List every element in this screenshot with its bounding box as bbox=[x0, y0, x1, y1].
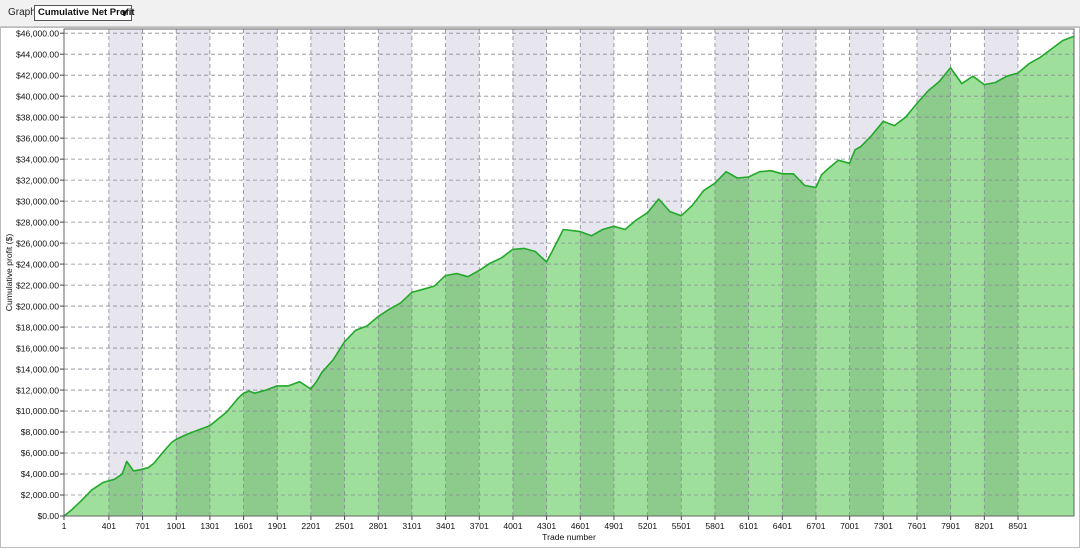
x-tick-label: 6101 bbox=[739, 521, 758, 531]
x-tick-label: 4601 bbox=[571, 521, 590, 531]
y-tick-label: $2,000.00 bbox=[21, 490, 59, 500]
x-tick-label: 2801 bbox=[369, 521, 388, 531]
y-tick-label: $40,000.00 bbox=[16, 91, 59, 101]
grid-band bbox=[108, 29, 143, 516]
area-band bbox=[984, 36, 1018, 516]
x-tick-label: 3701 bbox=[470, 521, 489, 531]
x-tick-label: 4001 bbox=[503, 521, 522, 531]
y-tick-label: $44,000.00 bbox=[16, 49, 59, 59]
y-tick-label: $0.00 bbox=[37, 511, 59, 521]
x-tick-label: 6401 bbox=[773, 521, 792, 531]
y-tick-label: $46,000.00 bbox=[16, 28, 59, 38]
y-tick-label: $38,000.00 bbox=[16, 112, 59, 122]
y-tick-label: $8,000.00 bbox=[21, 427, 59, 437]
x-tick-label: 1601 bbox=[234, 521, 253, 531]
x-tick-label: 7001 bbox=[840, 521, 859, 531]
x-axis-label: Trade number bbox=[542, 532, 596, 542]
y-tick-label: $14,000.00 bbox=[16, 364, 59, 374]
cumulative-profit-chart: $0.00 $2,000.00 $4,000.00 $6,000.00 $8,000.0… bbox=[0, 27, 1080, 548]
x-tick-label: 3401 bbox=[436, 521, 455, 531]
y-tick-label: $24,000.00 bbox=[16, 259, 59, 269]
x-tick-label: 5801 bbox=[705, 521, 724, 531]
x-tick-label: 7601 bbox=[907, 521, 926, 531]
y-tick-label: $10,000.00 bbox=[16, 406, 59, 416]
y-tick-label: $26,000.00 bbox=[16, 238, 59, 248]
x-tick-label: 8201 bbox=[975, 521, 994, 531]
x-tick-label: 701 bbox=[135, 521, 150, 531]
y-tick-label: $30,000.00 bbox=[16, 196, 59, 206]
y-tick-label: $16,000.00 bbox=[16, 343, 59, 353]
x-tick-label: 6701 bbox=[806, 521, 825, 531]
x-tick-label: 401 bbox=[102, 521, 117, 531]
x-tick-label: 4901 bbox=[604, 521, 623, 531]
graph-toolbar: Graph Cumulative Net Profit ∨ bbox=[0, 0, 1080, 27]
x-tick-label: 1901 bbox=[268, 521, 287, 531]
y-tick-label: $18,000.00 bbox=[16, 322, 59, 332]
x-tick-label: 5201 bbox=[638, 521, 657, 531]
chevron-down-icon: ∨ bbox=[120, 8, 128, 18]
x-tick-label: 2201 bbox=[301, 521, 320, 531]
x-tick-label: 7901 bbox=[941, 521, 960, 531]
y-tick-label: $4,000.00 bbox=[21, 469, 59, 479]
x-tick-label: 2501 bbox=[335, 521, 354, 531]
graph-type-select[interactable]: Cumulative Net Profit ∨ bbox=[34, 5, 135, 21]
y-tick-label: $20,000.00 bbox=[16, 301, 59, 311]
y-tick-label: $12,000.00 bbox=[16, 385, 59, 395]
chart-area: $0.00 $2,000.00 $4,000.00 $6,000.00 $8,000.0… bbox=[0, 27, 1080, 548]
x-tick-label: 1 bbox=[62, 521, 67, 531]
x-tick-label: 8501 bbox=[1008, 521, 1027, 531]
x-tick-label: 1001 bbox=[167, 521, 186, 531]
x-tick-label: 7301 bbox=[874, 521, 893, 531]
y-tick-label: $34,000.00 bbox=[16, 154, 59, 164]
graph-label: Graph bbox=[8, 7, 36, 18]
y-tick-label: $42,000.00 bbox=[16, 70, 59, 80]
x-tick-label: 4301 bbox=[537, 521, 556, 531]
y-tick-label: $36,000.00 bbox=[16, 133, 59, 143]
area-band bbox=[916, 36, 951, 516]
y-tick-label: $28,000.00 bbox=[16, 217, 59, 227]
x-tick-label: 1301 bbox=[200, 521, 219, 531]
y-tick-label: $32,000.00 bbox=[16, 175, 59, 185]
y-tick-label: $6,000.00 bbox=[21, 448, 59, 458]
y-axis-label: Cumulative profit ($) bbox=[4, 234, 14, 312]
x-tick-label: 3101 bbox=[402, 521, 421, 531]
x-tick-label: 5501 bbox=[672, 521, 691, 531]
y-tick-label: $22,000.00 bbox=[16, 280, 59, 290]
